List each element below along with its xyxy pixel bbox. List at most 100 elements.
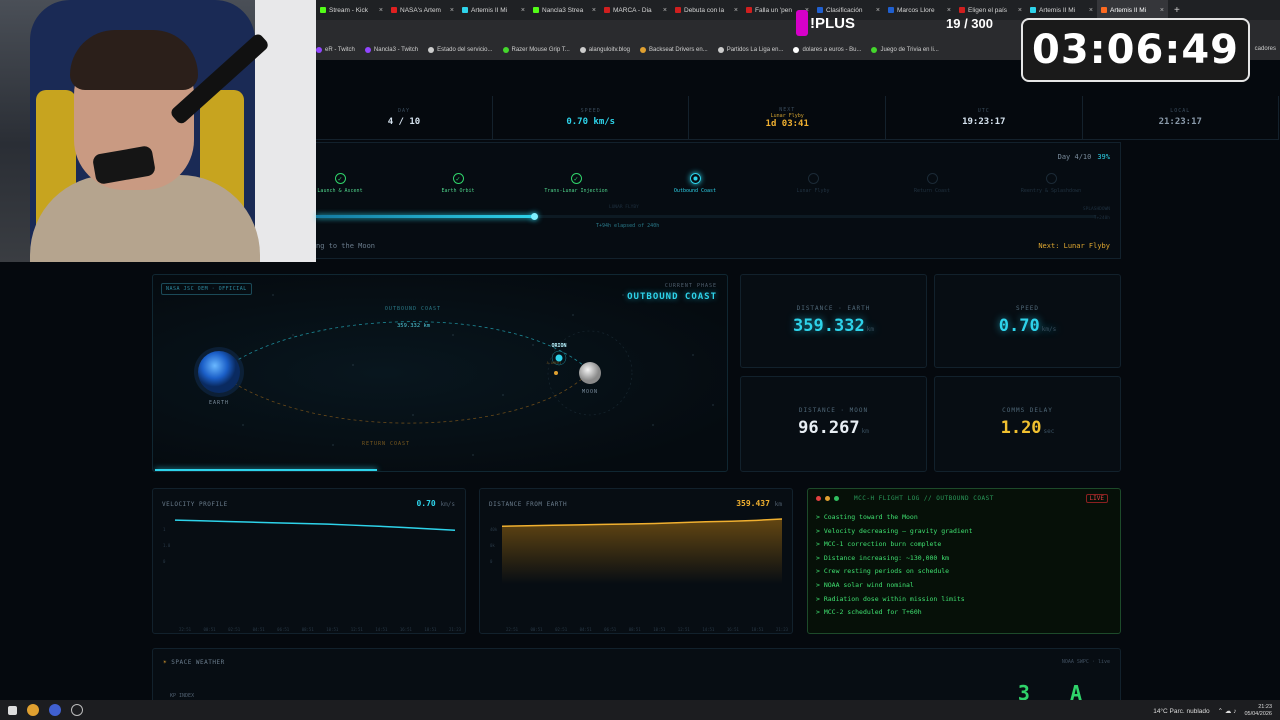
tab-favicon-icon <box>746 7 752 13</box>
tab-close-icon[interactable]: × <box>1018 7 1022 14</box>
phase-label: Trans-Lunar Injection <box>544 188 608 194</box>
clock[interactable]: 21:23 05/04/2026 <box>1244 704 1272 718</box>
log-line: > Coasting toward the Moon <box>816 513 918 521</box>
new-tab-button[interactable]: + <box>1168 5 1186 16</box>
bookmark-favicon-icon <box>793 47 800 53</box>
metric-number: 1.20 <box>1000 418 1042 438</box>
browser-icon[interactable] <box>49 704 61 716</box>
x-tick-label: 16:51 <box>727 627 740 632</box>
outbound-label: OUTBOUND COAST <box>385 306 441 312</box>
tab-close-icon[interactable]: × <box>450 7 454 14</box>
browser-tab[interactable]: Artemis II Mi × <box>458 0 529 20</box>
tab-title: Artemis II Mi <box>471 6 508 14</box>
metric-value: 359.332 km <box>741 316 926 336</box>
status-utc: UTC 19:23:17 <box>886 96 1083 139</box>
browser-tab[interactable]: Artemis II Mi × <box>1026 0 1097 20</box>
browser-tab[interactable]: MARCA - Dia × <box>600 0 671 20</box>
tab-close-icon[interactable]: × <box>521 7 525 14</box>
log-line: > Radiation dose within mission limits <box>816 594 965 603</box>
plus-text: !PLUS <box>810 14 855 32</box>
tab-close-icon[interactable]: × <box>734 7 738 14</box>
bookmark-favicon-icon <box>316 47 322 53</box>
y-tick-label: 1 <box>163 527 166 532</box>
browser-tab[interactable]: Stream - Kick × <box>316 0 387 20</box>
phase-label: Launch & Ascent <box>317 188 363 194</box>
x-tick-label: 04:51 <box>253 627 266 632</box>
x-tick-label: 04:51 <box>580 627 593 632</box>
status-value: 4 / 10 <box>387 117 421 127</box>
return-label: RETURN COAST <box>362 441 410 447</box>
tab-close-icon[interactable]: × <box>947 7 951 14</box>
star <box>242 424 244 426</box>
status-label: DAY <box>397 108 410 114</box>
browser-tab[interactable]: Debuta con la × <box>671 0 742 20</box>
browser-tab[interactable]: Artemis II Mi × <box>1097 0 1168 20</box>
star <box>712 404 714 406</box>
bookmark-item[interactable]: Nancla3 - Twitch <box>364 47 418 53</box>
phase-step: ✓ Earth Orbit <box>418 173 498 194</box>
y-tick-label: 1.0 <box>163 543 171 548</box>
bookmark-item[interactable]: dolares a euros - Bu... <box>793 47 861 53</box>
phase-label: Lunar Flyby <box>796 188 830 194</box>
orbit-progress-bar <box>155 469 377 471</box>
chrome-icon[interactable] <box>27 704 39 716</box>
x-tick-label: 18:51 <box>424 627 437 632</box>
bookmark-item[interactable]: eR - Twitch <box>316 47 355 53</box>
x-tick-label: 08:51 <box>302 627 315 632</box>
x-tick-label: 10:51 <box>653 627 666 632</box>
tab-close-icon[interactable]: × <box>592 7 596 14</box>
x-tick-label: 21:23 <box>776 627 789 632</box>
x-tick-label: 12:51 <box>678 627 691 632</box>
x-tick-label: 02:51 <box>555 627 568 632</box>
bookmark-item[interactable]: Partidos La Liga en... <box>717 47 783 53</box>
x-tick-label: 18:51 <box>751 627 764 632</box>
browser-tab[interactable]: NASA's Artem × <box>387 0 458 20</box>
star <box>532 344 534 346</box>
app-icon[interactable] <box>71 704 83 716</box>
star <box>652 424 654 426</box>
bookmark-item[interactable]: Estado del servicio... <box>428 47 493 53</box>
bookmark-item[interactable]: Backseat Drivers en... <box>640 47 708 53</box>
progress-fill <box>316 215 535 218</box>
bookmarks-overflow[interactable]: cadores <box>1255 46 1276 52</box>
bookmark-favicon-icon <box>579 47 586 53</box>
tab-title: Artemis II Mi <box>1110 6 1147 14</box>
phase-description: ng to the Moon <box>316 242 376 250</box>
phase-label: Outbound Coast <box>673 188 717 194</box>
windows-start-icon[interactable] <box>8 705 17 715</box>
bookmark-item[interactable]: Razer Mouse Grip T... <box>502 47 570 53</box>
phase-circle-icon <box>807 173 819 184</box>
x-tick-label: 06:51 <box>604 627 617 632</box>
earth-label: EARTH <box>209 400 229 406</box>
metric-unit: sec <box>1043 428 1055 435</box>
tab-close-icon[interactable]: × <box>379 7 383 14</box>
bookmark-label: Juego de Trivia en li... <box>880 47 939 53</box>
check-icon: ✓ <box>334 173 346 184</box>
day-progress: Day 4/10 39% <box>1057 153 1110 161</box>
orbit-distance-label: 359.332 km <box>397 323 431 329</box>
bookmark-item[interactable]: Juego de Trivia en li... <box>871 47 939 53</box>
phase-label: Return Coast <box>913 188 951 194</box>
tab-title: Artemis II Mi <box>1039 6 1076 14</box>
browser-tab[interactable]: Nancla3 Strea × <box>529 0 600 20</box>
tab-close-icon[interactable]: × <box>876 7 880 14</box>
tab-close-icon[interactable]: × <box>663 7 667 14</box>
log-line: > Crew resting periods on schedule <box>816 567 950 576</box>
phase-circle-icon <box>689 173 701 184</box>
tray-icons[interactable]: ⌃ ☁ ♪ <box>1218 707 1237 715</box>
metric-label: DISTANCE · MOON <box>798 407 869 414</box>
bookmark-label: alanguloitv.blog <box>588 47 631 53</box>
tab-close-icon[interactable]: × <box>1089 7 1093 14</box>
source-badge[interactable]: NASA JSC OEM · OFFICIAL <box>161 283 252 295</box>
outbound-trajectory <box>218 321 591 374</box>
flight-log-title: MCC-H FLIGHT LOG // OUTBOUND COAST <box>854 495 994 502</box>
tab-close-icon[interactable]: × <box>1160 7 1164 14</box>
weather-widget[interactable]: 14°C Parc. nublado <box>1153 708 1209 715</box>
tab-title: Nancla3 Strea <box>542 6 584 14</box>
flight-log-list: > Coasting toward the Moon > Velocity dec… <box>816 511 973 620</box>
browser-tab[interactable]: Marcos Llore × <box>884 0 955 20</box>
tab-favicon-icon <box>959 7 965 13</box>
bookmark-item[interactable]: alanguloitv.blog <box>579 47 631 53</box>
x-tick-label: 22:51 <box>506 627 519 632</box>
progress-knob <box>531 213 539 220</box>
